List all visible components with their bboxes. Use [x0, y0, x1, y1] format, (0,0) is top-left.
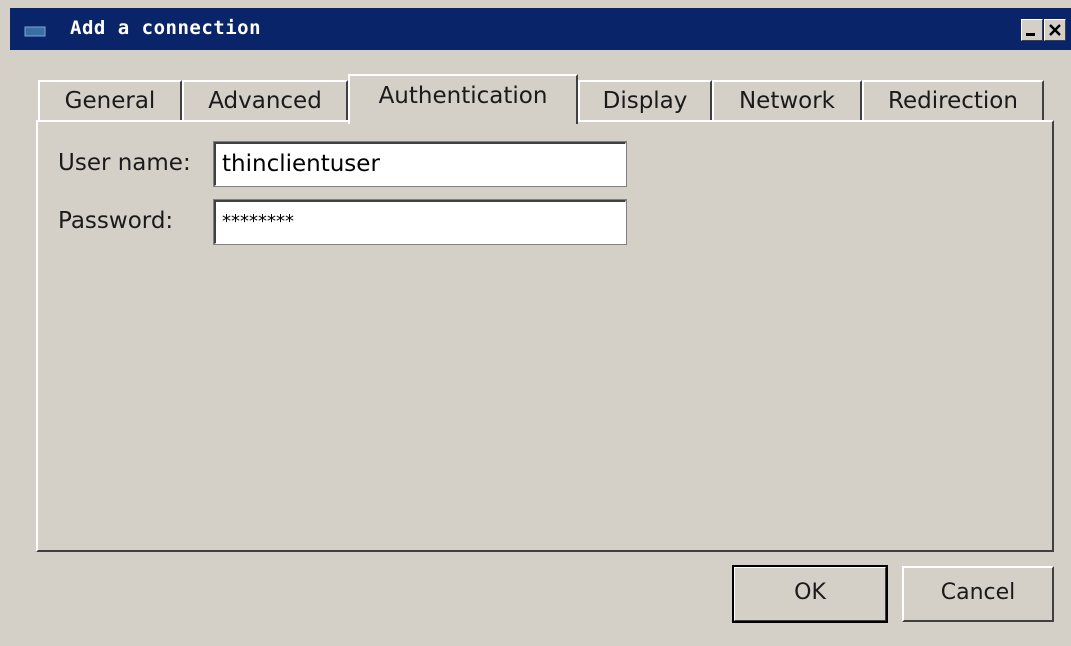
window-title: Add a connection [70, 17, 262, 39]
username-field[interactable]: thinclientuser [213, 141, 627, 187]
tab-authentication[interactable]: Authentication [348, 74, 578, 124]
tab-network[interactable]: Network [712, 80, 862, 124]
password-field[interactable]: ******** [213, 199, 627, 245]
close-button[interactable] [1044, 19, 1066, 41]
title-bar[interactable]: Add a connection [10, 8, 1071, 50]
password-label: Password: [58, 208, 174, 234]
minimize-button[interactable] [1021, 19, 1043, 41]
tab-display[interactable]: Display [578, 80, 712, 124]
username-label: User name: [58, 150, 191, 176]
cancel-button[interactable]: Cancel [902, 566, 1054, 622]
tab-advanced[interactable]: Advanced [182, 80, 348, 124]
ok-button[interactable]: OK [732, 565, 888, 623]
tab-redirection[interactable]: Redirection [862, 80, 1044, 124]
authentication-panel: User name: thinclientuser Password: ****… [36, 120, 1054, 552]
tab-general[interactable]: General [38, 80, 182, 124]
tab-bar: General Advanced Authentication Display … [38, 72, 1058, 124]
add-connection-dialog: Add a connection General Advanced Authen… [0, 0, 1071, 646]
window-menu-icon[interactable] [24, 22, 46, 38]
